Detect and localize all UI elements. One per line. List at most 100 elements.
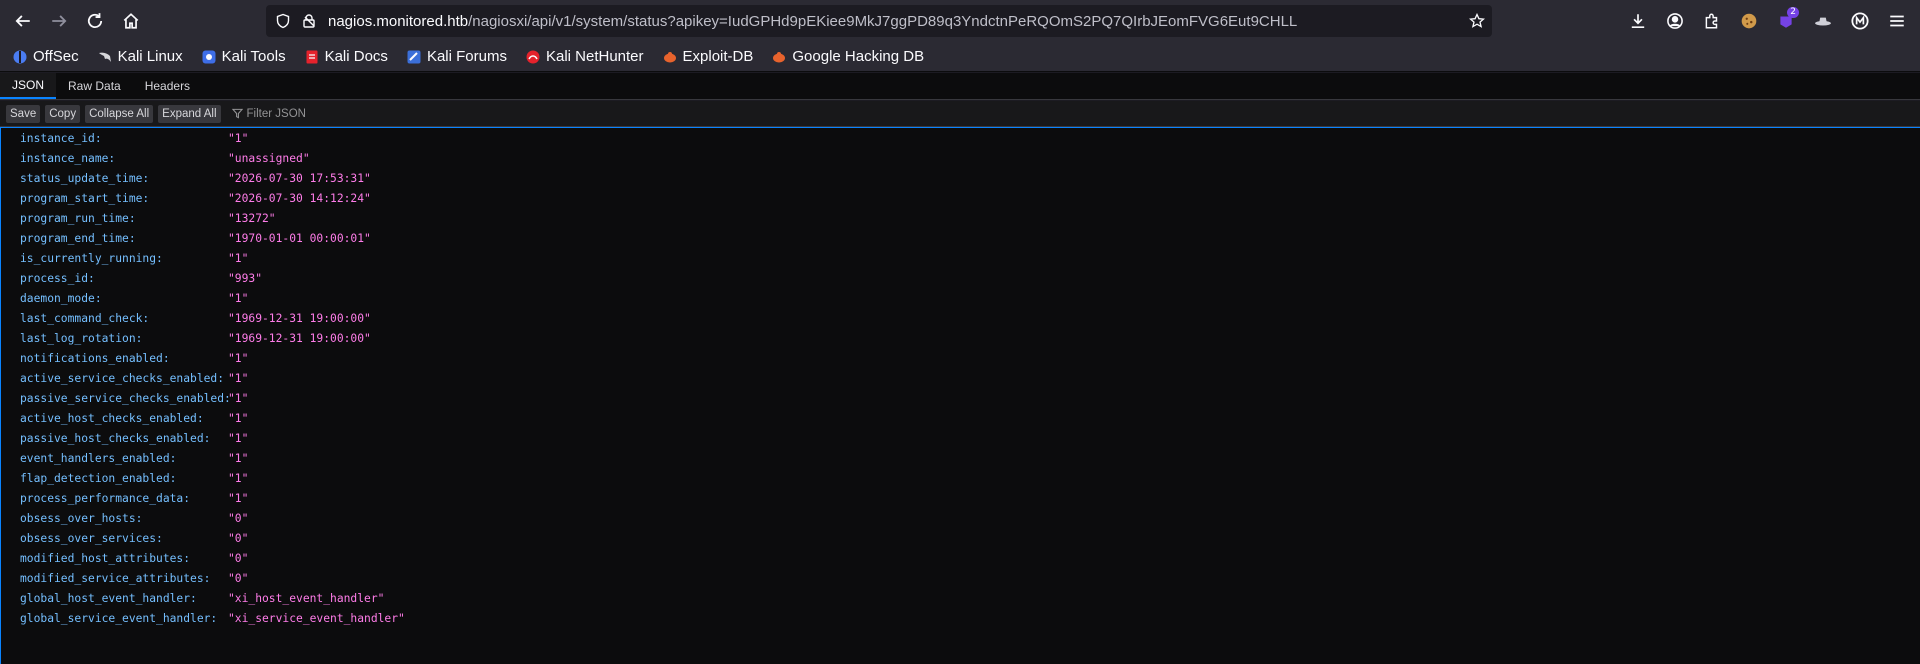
json-toolbar: Save Copy Collapse All Expand All Filter…: [0, 101, 1920, 127]
json-row[interactable]: obsess_over_services: "0": [1, 528, 1920, 548]
back-button[interactable]: [8, 6, 38, 36]
json-key: event_handlers_enabled:: [20, 451, 177, 465]
bookmark-label: OffSec: [33, 48, 79, 65]
json-row[interactable]: program_end_time: "1970-01-01 00:00:01": [1, 228, 1920, 248]
bookmark-label: Exploit-DB: [682, 48, 754, 65]
json-value: "13272": [228, 211, 276, 225]
json-key: is_currently_running:: [20, 251, 163, 265]
json-key: passive_service_checks_enabled:: [20, 391, 231, 405]
json-row[interactable]: program_start_time: "2026-07-30 14:12:24": [1, 188, 1920, 208]
json-key: program_end_time:: [20, 231, 136, 245]
json-row[interactable]: modified_host_attributes: "0": [1, 548, 1920, 568]
bookmark-label: Kali Forums: [426, 48, 507, 65]
json-value: "0": [228, 571, 249, 585]
copy-button[interactable]: Copy: [45, 104, 81, 123]
extensions-button[interactable]: [1697, 6, 1727, 36]
json-row[interactable]: process_id: "993": [1, 268, 1920, 288]
shield-icon[interactable]: [274, 12, 292, 30]
json-value: "1": [228, 251, 249, 265]
json-row[interactable]: global_host_event_handler: "xi_host_event…: [1, 588, 1920, 608]
arrow-right-icon: [52, 15, 67, 27]
filter-placeholder: Filter JSON: [246, 107, 306, 120]
json-row[interactable]: is_currently_running: "1": [1, 248, 1920, 268]
json-row[interactable]: instance_id: "1": [1, 128, 1920, 148]
json-row[interactable]: last_command_check: "1969-12-31 19:00:00": [1, 308, 1920, 328]
extension-badge: 2: [1787, 7, 1799, 18]
json-row[interactable]: program_run_time: "13272": [1, 208, 1920, 228]
extension-hat[interactable]: [1808, 6, 1838, 36]
json-key: obsess_over_hosts:: [20, 511, 143, 525]
json-row[interactable]: global_service_event_handler: "xi_service…: [1, 608, 1920, 628]
json-row[interactable]: passive_host_checks_enabled: "1": [1, 428, 1920, 448]
account-button[interactable]: [1660, 6, 1690, 36]
menu-button[interactable]: [1882, 6, 1912, 36]
url-text[interactable]: nagios.monitored.htb/nagiosxi/api/v1/sys…: [328, 13, 1297, 30]
json-key: process_id:: [20, 271, 95, 285]
url-host: nagios.monitored.htb: [328, 12, 469, 30]
expand-all-button[interactable]: Expand All: [158, 104, 221, 123]
nethunter-icon: [526, 50, 540, 63]
lock-icon[interactable]: [300, 12, 318, 30]
download-button[interactable]: [1623, 6, 1653, 36]
account-icon: [1667, 13, 1683, 29]
filter-json-input[interactable]: Filter JSON: [231, 107, 306, 120]
json-key: daemon_mode:: [20, 291, 102, 305]
json-key: global_service_event_handler:: [20, 611, 218, 625]
json-row[interactable]: process_performance_data: "1": [1, 488, 1920, 508]
tab-raw-data[interactable]: Raw Data: [56, 73, 133, 99]
json-row[interactable]: passive_service_checks_enabled: "1": [1, 388, 1920, 408]
extension-badge-button[interactable]: 2: [1771, 6, 1801, 36]
home-button[interactable]: [116, 6, 146, 36]
bookmark-exploit-db[interactable]: Exploit-DB: [662, 48, 754, 65]
bookmark-kali-tools[interactable]: Kali Tools: [201, 48, 286, 65]
json-key: instance_id:: [20, 131, 102, 145]
json-key: active_host_checks_enabled:: [20, 411, 204, 425]
tab-json[interactable]: JSON: [0, 73, 57, 99]
bookmark-kali-forums[interactable]: Kali Forums: [406, 48, 507, 65]
json-row[interactable]: last_log_rotation: "1969-12-31 19:00:00": [1, 328, 1920, 348]
forward-button[interactable]: [44, 6, 74, 36]
download-icon: [1631, 14, 1645, 29]
json-value: "1": [228, 431, 249, 445]
bookmark-label: Kali Tools: [221, 48, 286, 65]
json-row[interactable]: active_host_checks_enabled: "1": [1, 408, 1920, 428]
json-tree: instance_id: "1" instance_name: "unassigned…: [0, 127, 1920, 664]
json-row[interactable]: status_update_time: "2026-07-30 17:53:31": [1, 168, 1920, 188]
json-row[interactable]: active_service_checks_enabled: "1": [1, 368, 1920, 388]
json-row[interactable]: flap_detection_enabled: "1": [1, 468, 1920, 488]
bookmark-google-hacking-db[interactable]: Google Hacking DB: [771, 48, 924, 65]
puzzle-icon: [1705, 13, 1718, 29]
json-key: last_log_rotation:: [20, 331, 143, 345]
bookmark-kali-docs[interactable]: Kali Docs: [304, 48, 388, 65]
extension-cookie[interactable]: [1734, 6, 1764, 36]
json-value: "xi_service_event_handler": [228, 611, 405, 625]
json-row[interactable]: instance_name: "unassigned": [1, 148, 1920, 168]
filter-icon: [231, 108, 243, 119]
json-value: "1": [228, 411, 249, 425]
bookmark-kali-linux[interactable]: Kali Linux: [97, 48, 183, 65]
json-row[interactable]: obsess_over_hosts: "0": [1, 508, 1920, 528]
tab-headers[interactable]: Headers: [133, 73, 202, 99]
star-icon[interactable]: [1468, 12, 1486, 30]
json-key: instance_name:: [20, 151, 116, 165]
extension-wappalyzer[interactable]: [1845, 6, 1875, 36]
json-value: "1": [228, 471, 249, 485]
json-row[interactable]: event_handlers_enabled: "1": [1, 448, 1920, 468]
json-value: "2026-07-30 14:12:24": [228, 191, 371, 205]
bookmark-offsec[interactable]: OffSec: [12, 48, 79, 65]
circle-logo-icon: [1851, 12, 1869, 30]
bookmarks-bar: OffSec Kali Linux Kali Tools Kali Docs K…: [0, 42, 1920, 72]
ghdb-icon: [773, 51, 786, 62]
nav-buttons: [8, 6, 146, 36]
json-row[interactable]: daemon_mode: "1": [1, 288, 1920, 308]
reload-button[interactable]: [80, 6, 110, 36]
collapse-all-button[interactable]: Collapse All: [85, 104, 154, 123]
kali-tools-icon: [202, 50, 216, 63]
json-row[interactable]: notifications_enabled: "1": [1, 348, 1920, 368]
url-bar[interactable]: nagios.monitored.htb/nagiosxi/api/v1/sys…: [266, 5, 1492, 37]
json-row[interactable]: modified_service_attributes: "0": [1, 568, 1920, 588]
save-button[interactable]: Save: [6, 104, 41, 123]
json-value: "1": [228, 131, 249, 145]
bookmark-kali-nethunter[interactable]: Kali NetHunter: [525, 48, 644, 65]
json-value: "1": [228, 351, 249, 365]
